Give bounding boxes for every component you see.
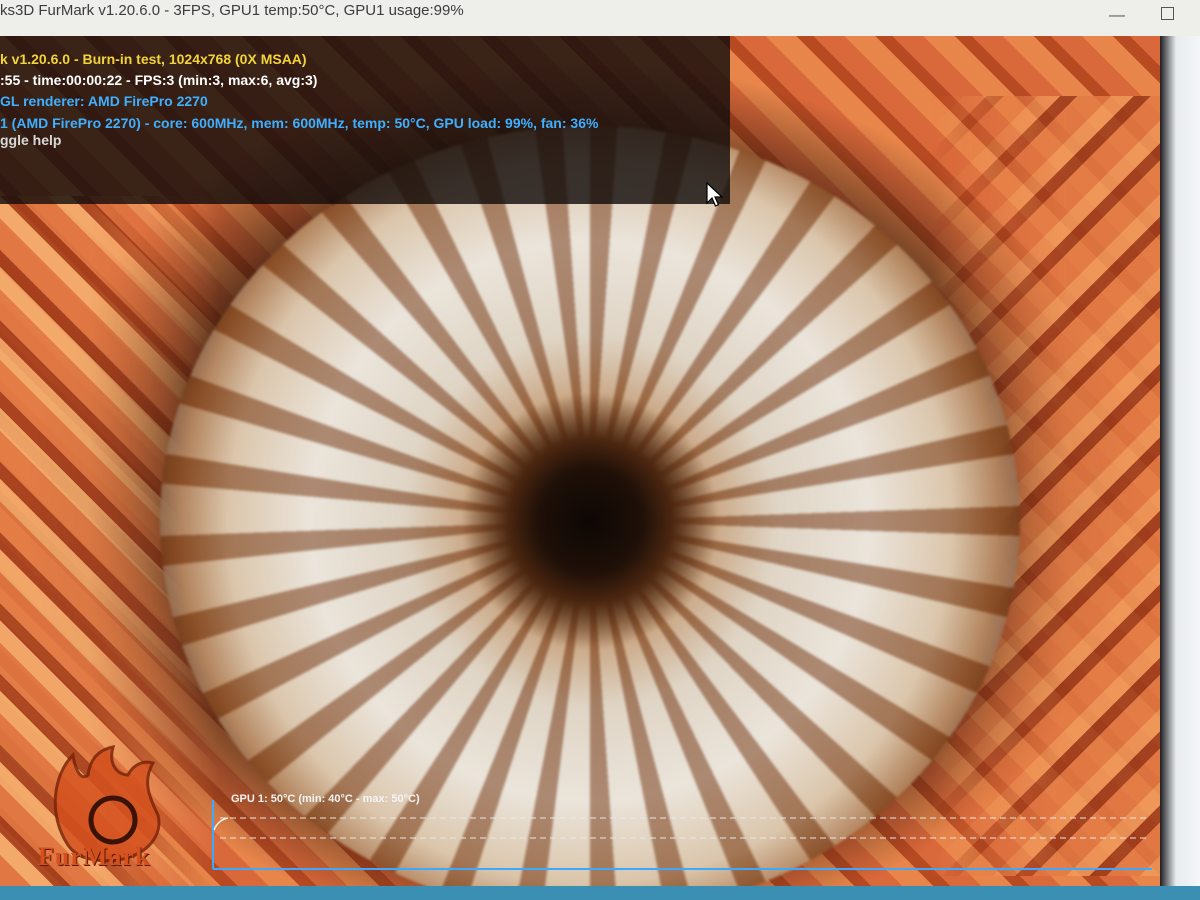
minimize-button[interactable]: — [1100,4,1134,28]
osd-version-line: k v1.20.6.0 - Burn-in test, 1024x768 (0X… [0,51,307,67]
monitor-bezel [1160,36,1200,900]
graph-temp-line [213,817,229,831]
maximize-icon [1160,7,1174,20]
window-title: ks3D FurMark v1.20.6.0 - 3FPS, GPU1 temp… [0,2,464,19]
osd-overlay: k v1.20.6.0 - Burn-in test, 1024x768 (0X… [0,36,730,204]
fur-donut-render [160,126,1020,886]
window-title-bar: ks3D FurMark v1.20.6.0 - 3FPS, GPU1 temp… [0,0,1200,37]
maximize-button[interactable] [1150,4,1184,28]
furmark-logo-text: FurMark [38,842,151,871]
desktop-edge [0,886,1200,900]
minimize-icon: — [1109,7,1125,24]
osd-gpu-stats-line: 1 (AMD FirePro 2270) - core: 600MHz, mem… [0,115,599,131]
gpu-temp-graph [212,800,1152,870]
osd-help-line: ggle help [0,132,62,148]
osd-fps-line: :55 - time:00:00:22 - FPS:3 (min:3, max:… [0,72,318,88]
osd-renderer-line: GL renderer: AMD FirePro 2270 [0,93,208,109]
mouse-cursor-icon [706,182,724,207]
